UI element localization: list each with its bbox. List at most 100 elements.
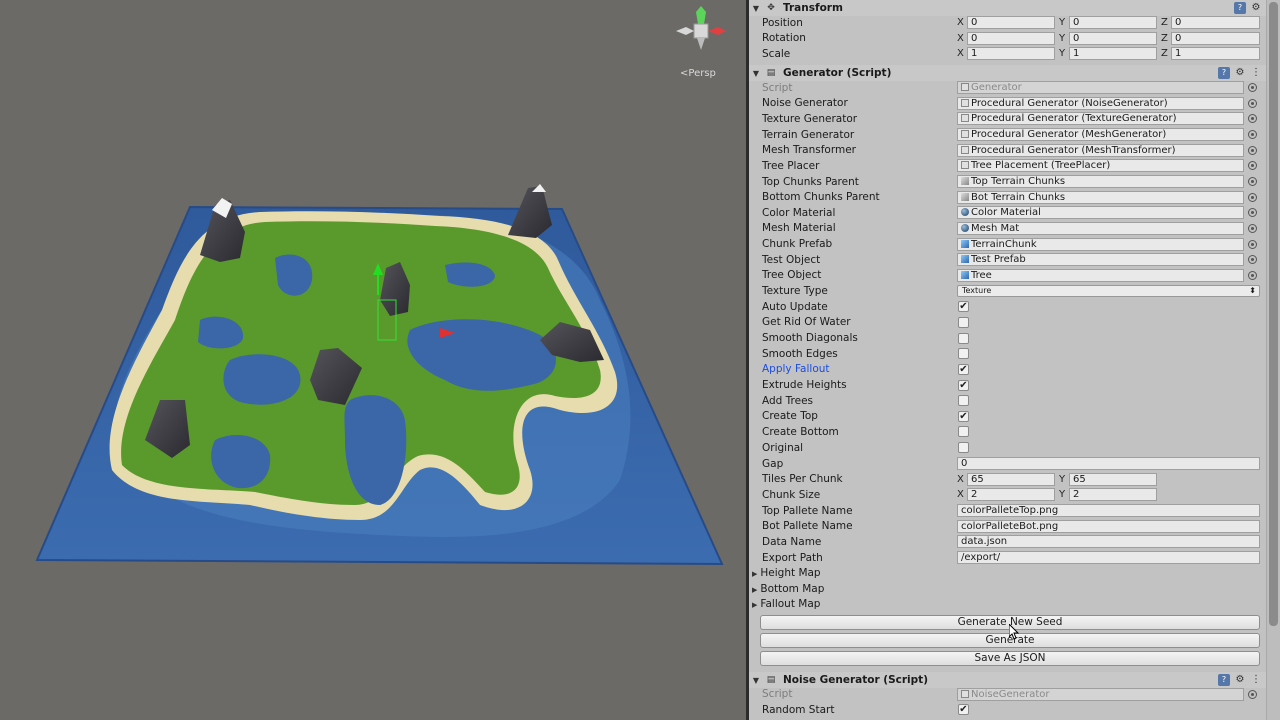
reference-row: Bottom Chunks Parent Bot Terrain Chunks [749,189,1266,205]
orientation-gizmo-icon[interactable] [672,4,732,64]
help-book-icon[interactable]: ? [1218,67,1230,79]
fold-arrow-icon[interactable]: ▼ [749,69,763,78]
object-picker-icon[interactable] [1248,98,1257,108]
chunk-size-row: Chunk Size X 2 Y 2 [749,487,1266,503]
gap-input[interactable]: 0 [957,457,1260,471]
terrain-map[interactable] [0,0,746,720]
object-picker-icon[interactable] [1248,270,1257,280]
text-input[interactable]: colorPalleteBot.png [957,519,1260,533]
object-reference-field[interactable]: TerrainChunk [957,237,1244,251]
reference-row: Texture Generator Procedural Generator (T… [749,111,1266,127]
script-field: NoiseGenerator [957,687,1244,701]
foldout-row[interactable]: ▶ Bottom Map [749,581,1266,597]
scene-view[interactable]: <Persp [0,0,746,720]
object-reference-field[interactable]: Top Terrain Chunks [957,175,1244,189]
scrollbar-thumb[interactable] [1269,2,1278,626]
reference-row: Color Material Color Material [749,205,1266,221]
texture-type-dropdown[interactable]: Texture ⬍ [957,285,1260,298]
toggle-checkbox[interactable] [958,442,969,454]
transform-z-input[interactable]: 1 [1171,47,1260,61]
chunk-size-y-input[interactable]: 2 [1069,488,1157,502]
help-book-icon[interactable]: ? [1234,2,1246,14]
object-picker-icon[interactable] [1248,145,1257,155]
object-picker-icon[interactable] [1248,192,1257,202]
toggle-checkbox[interactable] [958,332,969,344]
object-reference-field[interactable]: Procedural Generator (TextureGenerator) [957,112,1244,126]
settings-gear-icon[interactable]: ⚙ [1234,67,1246,79]
object-picker-icon[interactable] [1248,161,1257,171]
fold-arrow-icon[interactable]: ▼ [749,676,763,685]
foldout-row[interactable]: ▶ Height Map [749,566,1266,582]
foldout[interactable]: ▶ Height Map [752,567,821,579]
transform-z-input[interactable]: 0 [1171,16,1260,30]
help-book-icon[interactable]: ? [1218,674,1230,686]
foldout-row[interactable]: ▶ Fallout Map [749,597,1266,613]
menu-icon[interactable]: ⋮ [1250,674,1262,686]
object-picker-icon[interactable] [1248,208,1257,218]
object-picker-icon[interactable] [1248,177,1257,187]
tiles-y-input[interactable]: 65 [1069,472,1157,486]
transform-x-input[interactable]: 1 [967,47,1055,61]
text-input[interactable]: /export/ [957,551,1260,565]
toggle-checkbox[interactable]: ✔ [958,410,969,422]
projection-label[interactable]: <Persp [680,68,716,79]
persp-text: Persp [688,68,716,79]
object-reference-field[interactable]: Tree [957,268,1244,282]
object-picker-icon[interactable] [1248,130,1257,140]
toggle-checkbox[interactable]: ✔ [958,379,969,391]
script-asset-icon [961,145,969,154]
transform-x-input[interactable]: 0 [967,31,1055,45]
toggle-label: Smooth Diagonals [762,332,858,345]
tiles-x-input[interactable]: 65 [967,472,1055,486]
fold-arrow-icon: ▶ [752,585,758,594]
script-label: Script [762,688,793,701]
object-picker-icon[interactable] [1248,114,1257,124]
text-field-label: Bot Pallete Name [762,520,853,533]
toggle-checkbox[interactable] [958,395,969,407]
object-reference-field[interactable]: Procedural Generator (NoiseGenerator) [957,96,1244,110]
transform-icon: ✥ [767,3,775,13]
text-input[interactable]: data.json [957,535,1260,549]
transform-header[interactable]: ▼ ✥ Transform ? ⚙ [749,0,1266,16]
toggle-checkbox[interactable] [958,426,969,438]
object-reference-field[interactable]: Bot Terrain Chunks [957,190,1244,204]
object-picker-icon[interactable] [1248,223,1257,233]
transform-label: Rotation [762,32,806,45]
object-picker-icon[interactable] [1248,255,1257,265]
inspector-scrollbar[interactable] [1266,0,1280,720]
settings-gear-icon[interactable]: ⚙ [1250,2,1262,14]
fold-arrow-icon: ▶ [752,601,758,610]
script-value: NoiseGenerator [971,688,1050,700]
fold-arrow-icon[interactable]: ▼ [749,4,763,13]
toggle-checkbox[interactable] [958,348,969,360]
reference-label: Tree Placer [762,159,820,172]
transform-y-input[interactable]: 0 [1069,16,1157,30]
text-field-label: Top Pallete Name [762,504,853,517]
toggle-checkbox[interactable]: ✔ [958,363,969,375]
foldout[interactable]: ▶ Fallout Map [752,598,820,610]
save-as-json-button[interactable]: Save As JSON [760,651,1260,666]
reference-value: Test Prefab [971,254,1026,266]
transform-y-input[interactable]: 1 [1069,47,1157,61]
transform-y-input[interactable]: 0 [1069,31,1157,45]
transform-x-input[interactable]: 0 [967,16,1055,30]
settings-gear-icon[interactable]: ⚙ [1234,674,1246,686]
object-reference-field[interactable]: Procedural Generator (MeshTransformer) [957,143,1244,157]
transform-z-input[interactable]: 0 [1171,31,1260,45]
text-field-label: Export Path [762,551,823,564]
object-reference-field[interactable]: Color Material [957,206,1244,220]
toggle-checkbox[interactable]: ✔ [958,301,969,313]
object-reference-field[interactable]: Procedural Generator (MeshGenerator) [957,128,1244,142]
chunk-size-x-input[interactable]: 2 [967,488,1055,502]
text-input[interactable]: colorPalleteTop.png [957,504,1260,518]
generator-header[interactable]: ▼ ▤ Generator (Script) ? ⚙ ⋮ [749,65,1266,81]
object-picker-icon[interactable] [1248,239,1257,249]
toggle-checkbox[interactable] [958,316,969,328]
random-start-checkbox[interactable]: ✔ [958,704,969,716]
object-reference-field[interactable]: Tree Placement (TreePlacer) [957,159,1244,173]
object-reference-field[interactable]: Mesh Mat [957,221,1244,235]
mouse-cursor-icon [1009,624,1020,640]
object-reference-field[interactable]: Test Prefab [957,253,1244,267]
menu-icon[interactable]: ⋮ [1250,67,1262,79]
foldout[interactable]: ▶ Bottom Map [752,583,824,595]
